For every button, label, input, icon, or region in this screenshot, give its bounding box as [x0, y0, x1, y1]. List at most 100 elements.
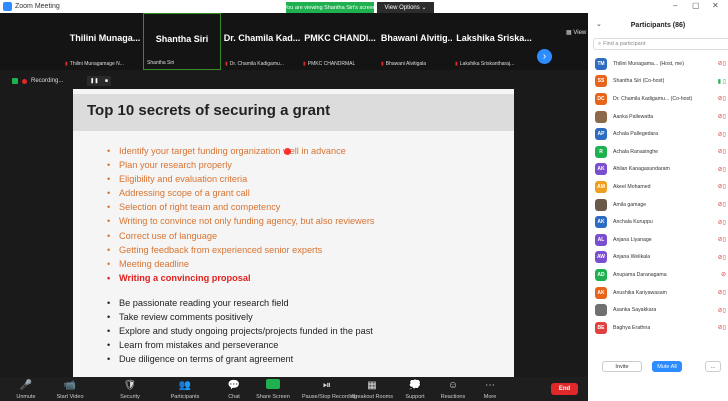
view-options-button[interactable]: View Options ⌄: [377, 2, 434, 13]
muted-mic-icon: ▮: [303, 61, 306, 67]
shield-icon: 🛡: [123, 380, 137, 391]
tile-sub: ▮ Lakshika Sriskantharaj...: [455, 61, 515, 67]
participant-row[interactable]: Asanka Sayakkara ⊘▯: [588, 301, 728, 319]
participant-name: Shantha Siri (Co-host): [613, 78, 665, 85]
muted-mic-icon: ⊘▯: [717, 325, 726, 332]
start-video-button[interactable]: 📹 Start Video: [50, 379, 90, 400]
video-tile-1[interactable]: Thilini Munaga... ▮ Thilini Munagamage N.…: [62, 13, 148, 70]
participant-name: Achala Pallegedara: [613, 131, 658, 138]
participants-button[interactable]: 👥 Participants: [165, 379, 205, 400]
list-item: Selection of right team and competency: [107, 200, 375, 214]
zoom-app-icon: [3, 2, 12, 11]
participant-row[interactable]: R Achala Ranasinghe ⊘▯: [588, 143, 728, 161]
participant-row[interactable]: BE Baghya Erathna ⊘▯: [588, 319, 728, 337]
muted-mic-icon: ⊘▯: [717, 290, 726, 297]
participant-row[interactable]: SS Shantha Siri (Co-host) ▮ ▯: [588, 73, 728, 91]
video-camera-icon: 📹: [63, 380, 77, 391]
participant-row[interactable]: Amila gamage ⊘▯: [588, 196, 728, 214]
avatar: [595, 110, 607, 123]
reactions-button[interactable]: ☺ Reactions: [433, 379, 473, 400]
tile-name: Shantha Siri: [155, 34, 209, 44]
mute-all-button[interactable]: Mute All: [652, 361, 682, 372]
muted-mic-icon: ▮: [225, 61, 228, 67]
avatar: R: [595, 145, 607, 158]
tile-sub: ▮ Bhawani Alvitigala: [381, 61, 427, 67]
avatar: AW: [595, 251, 607, 264]
video-tile-6[interactable]: Lakshika Sriska... ▮ Lakshika Sriskanthar…: [452, 13, 536, 70]
breakout-rooms-icon: ▦: [367, 380, 377, 391]
muted-mic-icon: ⊘▯: [717, 184, 726, 191]
stop-icon[interactable]: ■: [105, 78, 108, 84]
participant-row[interactable]: AL Anjana Liyanage ⊘▯: [588, 231, 728, 249]
avatar: DC: [595, 92, 607, 105]
list-item: Addressing scope of a grant call: [107, 186, 375, 200]
more-options-button[interactable]: ...: [705, 361, 721, 372]
participant-row[interactable]: AD Anupama Daranagama ⊘: [588, 266, 728, 284]
participant-row[interactable]: AW Anjana Welikala ⊘▯: [588, 249, 728, 267]
tile-name: Bhawani Alvitig...: [380, 33, 456, 43]
participant-name: Thilini Munagama... (Host, me): [613, 60, 684, 67]
reactions-icon: ☺: [447, 380, 459, 391]
avatar: AK: [595, 163, 607, 176]
unmute-button[interactable]: 🎤 Unmute: [6, 379, 46, 400]
panel-title: Participants (86): [630, 21, 686, 29]
breakout-rooms-button[interactable]: ▦ Breakout Rooms: [352, 379, 393, 400]
muted-mic-icon: ⊘▯: [717, 254, 726, 261]
recording-controls[interactable]: ❚❚ ■: [87, 76, 111, 86]
tile-name: Lakshika Sriska...: [456, 33, 532, 43]
share-screen-icon: [253, 379, 293, 392]
support-button[interactable]: 💭 Support: [395, 379, 435, 400]
video-tile-3[interactable]: Dr. Chamila Kad... ▮ Dr. Chamila Kadigamu…: [222, 13, 302, 70]
screen-share-icon: ▮ ▯: [717, 78, 726, 85]
participant-row[interactable]: TM Thilini Munagama... (Host, me) ⊘▯: [588, 55, 728, 73]
video-tile-2[interactable]: Shantha Siri Shantha Siri: [143, 13, 221, 70]
participant-name: Dr. Chamila Kadigamu... (Co-host): [613, 95, 693, 102]
tile-sub: ▮ PMKC CHANDRMAL: [303, 61, 356, 67]
video-tile-5[interactable]: Bhawani Alvitig... ▮ Bhawani Alvitigala: [378, 13, 458, 70]
participant-name: Anchala Kuruppu: [613, 219, 653, 226]
muted-mic-icon: ⊘▯: [717, 96, 726, 103]
share-screen-button[interactable]: Share Screen: [253, 379, 293, 400]
muted-mic-icon: ⊘: [720, 272, 726, 279]
view-button[interactable]: ▦ View: [566, 29, 586, 36]
security-button[interactable]: 🛡 Security: [110, 379, 150, 400]
list-item: Writing to convince not only funding age…: [107, 214, 375, 228]
slide-title: Top 10 secrets of securing a grant: [87, 102, 331, 119]
participant-name: Ahilan Kanagasundaram: [613, 166, 670, 173]
invite-button[interactable]: Invite: [602, 361, 642, 372]
participant-name: Anjana Liyanage: [613, 236, 652, 243]
participant-row[interactable]: AM Akeel Mohamed ⊘▯: [588, 178, 728, 196]
participant-row[interactable]: AP Achala Pallegedara ⊘▯: [588, 125, 728, 143]
list-item: Explore and study ongoing projects/proje…: [107, 324, 373, 338]
participant-name: Anushika Kariyawasam: [613, 289, 667, 296]
participant-name: Amila gamage: [613, 201, 647, 208]
minimize-icon[interactable]: –: [673, 1, 677, 10]
participant-row[interactable]: AK Anchala Kuruppu ⊘▯: [588, 213, 728, 231]
tile-name: Dr. Chamila Kad...: [223, 33, 301, 43]
video-strip: Thilini Munaga... ▮ Thilini Munagamage N.…: [0, 13, 588, 70]
participant-row[interactable]: Aanka Pallewatta ⊘▯: [588, 108, 728, 126]
muted-mic-icon: ▮: [65, 61, 68, 67]
more-button[interactable]: ⋯ More: [470, 379, 510, 400]
participant-search-input[interactable]: ⌕ Find a participant: [593, 38, 728, 50]
recording-indicator: Recording...: [12, 78, 63, 84]
next-page-button[interactable]: ›: [537, 49, 552, 64]
chat-button[interactable]: 💬 Chat: [214, 379, 254, 400]
end-meeting-button[interactable]: End: [551, 383, 578, 395]
participant-row[interactable]: DC Dr. Chamila Kadigamu... (Co-host) ⊘▯: [588, 90, 728, 108]
muted-mic-icon: ▮: [381, 61, 384, 67]
close-icon[interactable]: ✕: [712, 1, 719, 10]
avatar: AP: [595, 128, 607, 141]
maximize-icon[interactable]: ▢: [692, 1, 700, 10]
more-icon: ⋯: [485, 380, 495, 391]
tile-sub: ▮ Dr. Chamila Kadigamu...: [225, 61, 284, 67]
video-tile-4[interactable]: PMKC CHANDI... ▮ PMKC CHANDRMAL: [300, 13, 380, 70]
pause-icon[interactable]: ❚❚: [90, 78, 98, 84]
muted-mic-icon: ⊘▯: [717, 237, 726, 244]
participant-row[interactable]: AK Anushika Kariyawasam ⊘▯: [588, 284, 728, 302]
muted-mic-icon: ⊘▯: [717, 202, 726, 209]
participant-row[interactable]: AK Ahilan Kanagasundaram ⊘▯: [588, 161, 728, 179]
tile-sub: Shantha Siri: [147, 60, 175, 66]
pause-stop-recording-button[interactable]: ⏯ Pause/Stop Recording: [302, 379, 357, 400]
avatar: AD: [595, 268, 607, 281]
